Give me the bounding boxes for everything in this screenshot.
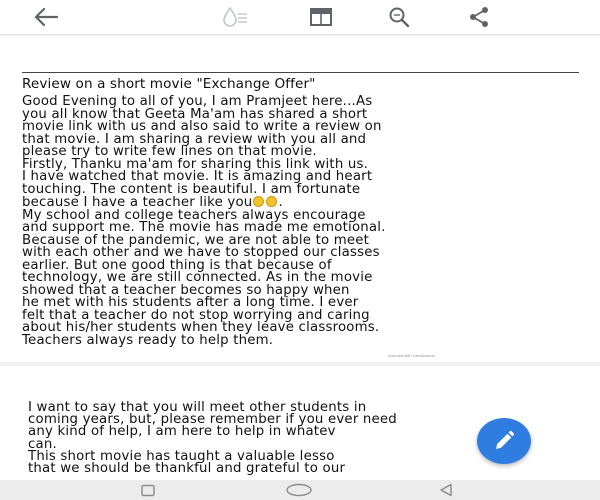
edit-fab-button[interactable]	[477, 418, 531, 464]
document-body: Good Evening to all of you, I am Pramjee…	[22, 95, 587, 348]
top-toolbar	[0, 0, 600, 35]
smiling-emoji-icon	[266, 196, 278, 207]
document-page-1: Review on a short movie "Exchange Offer"…	[0, 36, 600, 362]
back-triangle-icon[interactable]	[436, 483, 456, 497]
scanner-watermark: Scanned with CamScanner	[388, 354, 436, 358]
document-title: Review on a short movie "Exchange Offer"	[22, 76, 316, 92]
search-icon[interactable]	[386, 4, 412, 30]
title-divider	[22, 72, 579, 73]
body-line: Teachers always ready to help them.	[22, 332, 274, 348]
recent-apps-icon[interactable]	[138, 483, 158, 497]
system-navigation-bar	[0, 480, 600, 500]
smiling-emoji-icon	[253, 196, 265, 207]
home-icon[interactable]	[285, 483, 313, 497]
body-line: that we should be thankful and grateful …	[28, 461, 346, 477]
share-icon[interactable]	[466, 4, 492, 30]
page-layout-icon[interactable]	[308, 4, 334, 30]
pencil-icon	[496, 430, 515, 449]
back-arrow-icon[interactable]	[33, 4, 59, 30]
reading-mode-icon[interactable]	[220, 4, 250, 30]
